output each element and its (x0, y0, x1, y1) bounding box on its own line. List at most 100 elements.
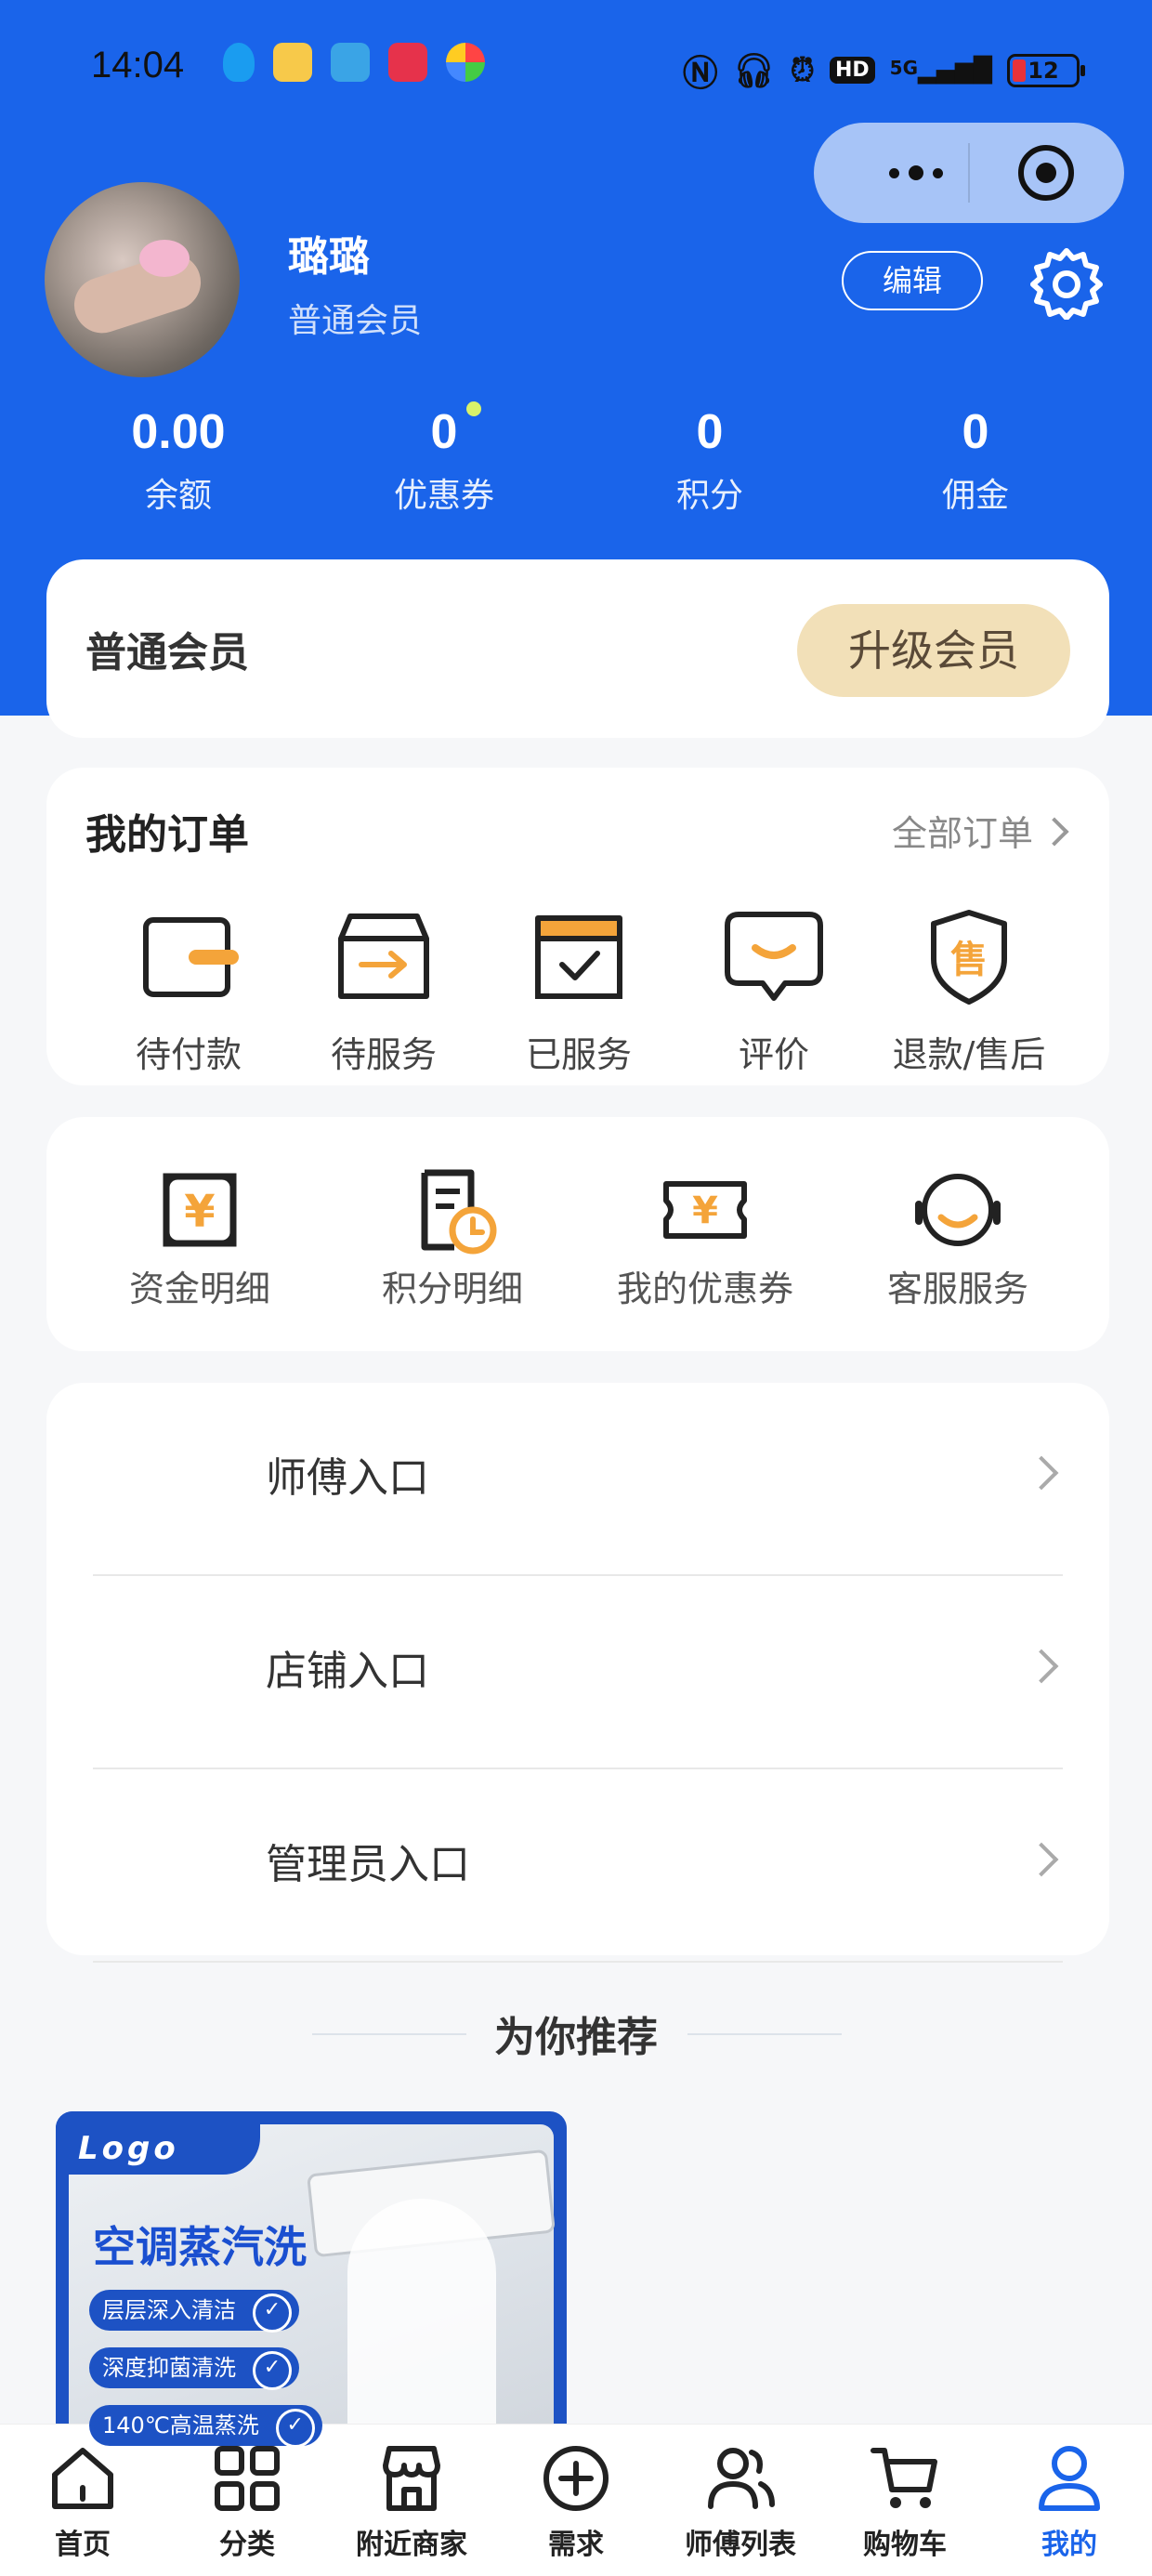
entry-master-label: 师傅入口 (266, 1454, 429, 1502)
avatar[interactable] (45, 182, 240, 377)
upgrade-member-button[interactable]: 升级会员 (797, 604, 1070, 697)
all-orders-label: 全部订单 (891, 813, 1033, 854)
more-menu-icon[interactable] (860, 149, 972, 197)
tab-home-label: 首页 (55, 2529, 111, 2561)
bottom-tab-bar: 首页 分类 附近商家 需求 师傅列表 购物车 我的 (0, 2424, 1152, 2576)
product-tag: 深度抑菌清洗 (89, 2347, 299, 2390)
stat-coupons[interactable]: 0 优惠券 (333, 400, 556, 517)
close-miniprogram-icon[interactable] (1018, 145, 1074, 201)
tool-points-details-label: 积分明细 (381, 1268, 523, 1309)
tool-fund-details[interactable]: ¥ 资金明细 (93, 1163, 307, 1311)
grid-icon (215, 2446, 280, 2511)
miniprogram-capsule (814, 123, 1124, 223)
edit-profile-button[interactable]: 编辑 (842, 251, 983, 310)
fund-yuan-glyph: ¥ (184, 1186, 215, 1238)
chevron-right-icon (1024, 1842, 1059, 1877)
stat-commission[interactable]: 0 佣金 (864, 400, 1087, 517)
tab-mine[interactable]: 我的 (1000, 2441, 1139, 2562)
tools-card: ¥ 资金明细 积分明细 ¥ 我的优惠券 客服服务 (46, 1117, 1109, 1351)
weibo-icon (273, 43, 312, 82)
system-icons: Ⓝ 🎧︎ ⏰︎ HD 5G▂▄▆█ 12 (682, 45, 1085, 96)
nfc-icon: Ⓝ (682, 53, 718, 94)
tab-nearby-stores-label: 附近商家 (356, 2529, 467, 2561)
orders-title: 我的订单 (85, 811, 249, 859)
stat-points-value: 0 (696, 405, 724, 459)
wallet-icon (143, 917, 239, 997)
yuan-frame-icon: ¥ (163, 1173, 237, 1247)
cart-icon (871, 2448, 937, 2508)
product-tag: 层层深入清洁 (89, 2290, 299, 2333)
box-check-icon (535, 915, 622, 999)
product-tag: 140℃高温蒸洗 (89, 2405, 322, 2448)
member-card-title: 普通会员 (85, 629, 249, 677)
tool-my-coupons[interactable]: ¥ 我的优惠券 (598, 1163, 812, 1311)
tool-my-coupons-label: 我的优惠券 (616, 1268, 793, 1309)
account-stats: 0.00 余额 0 优惠券 0 积分 0 佣金 (0, 400, 1152, 520)
stat-balance[interactable]: 0.00 余额 (67, 400, 290, 517)
tool-points-details[interactable]: 积分明细 (346, 1163, 559, 1311)
entry-store-label: 店铺入口 (266, 1648, 429, 1695)
users-icon (708, 2448, 775, 2509)
stat-commission-label: 佣金 (941, 477, 1009, 515)
app-icon-colorful (446, 43, 485, 82)
order-pending-payment[interactable]: 待付款 (91, 907, 286, 1077)
stat-points-label: 积分 (675, 477, 743, 515)
stat-balance-label: 余额 (144, 477, 212, 515)
order-serviced-label: 已服务 (525, 1034, 632, 1075)
telegram-icon (331, 43, 370, 82)
user-icon (1039, 2446, 1100, 2511)
document-clock-icon (421, 1169, 497, 1255)
tab-master-list[interactable]: 师傅列表 (671, 2441, 810, 2562)
recommend-title: 为你推荐 (494, 2014, 658, 2061)
network-label: 5G (889, 56, 919, 79)
tab-mine-label: 我的 (1041, 2529, 1097, 2561)
tab-master-list-label: 师傅列表 (685, 2529, 796, 2561)
stat-points[interactable]: 0 积分 (598, 400, 821, 517)
entry-store[interactable]: 店铺入口 (93, 1576, 1063, 1769)
stat-coupons-label: 优惠券 (393, 477, 494, 515)
order-review[interactable]: 评价 (676, 907, 871, 1077)
shield-sale-icon: 售 (931, 910, 1007, 1005)
stat-balance-value: 0.00 (131, 405, 226, 459)
status-bar: 14:04 Ⓝ 🎧︎ ⏰︎ HD 5G▂▄▆█ 12 (0, 41, 1152, 97)
tab-nearby-stores[interactable]: 附近商家 (342, 2441, 481, 2562)
order-serviced[interactable]: 已服务 (481, 907, 676, 1077)
all-orders-link[interactable]: 全部订单 (891, 805, 1069, 856)
stat-coupons-value: 0 (430, 405, 458, 459)
tool-customer-service[interactable]: 客服服务 (851, 1163, 1065, 1311)
headphones-icon: 🎧︎ (732, 51, 776, 90)
username: 璐璐 (288, 233, 370, 281)
chevron-right-icon (1040, 817, 1069, 847)
status-time: 14:04 (91, 45, 185, 85)
tab-cart-label: 购物车 (863, 2529, 947, 2561)
member-level: 普通会员 (288, 302, 423, 340)
headset-icon (915, 1174, 1001, 1246)
coupon-yuan-glyph: ¥ (692, 1189, 718, 1232)
tab-category-label: 分类 (219, 2529, 275, 2561)
divider-line (687, 2033, 842, 2035)
order-refund-aftersale[interactable]: 售 退款/售后 (871, 907, 1067, 1077)
home-icon (52, 2448, 113, 2509)
coupon-icon: ¥ (663, 1181, 747, 1239)
chevron-right-icon (1024, 1455, 1059, 1491)
store-icon (383, 2446, 440, 2511)
orders-card: 我的订单 全部订单 待付款 待服务 已服务 评价 售 退款/售后 (46, 768, 1109, 1085)
hd-icon: HD (829, 57, 875, 84)
product-headline: 空调蒸汽洗 (93, 2222, 307, 2272)
tab-demand[interactable]: 需求 (506, 2441, 646, 2562)
entry-admin-label: 管理员入口 (266, 1841, 470, 1888)
tab-home[interactable]: 首页 (13, 2441, 152, 2562)
order-pending-service-label: 待服务 (330, 1034, 437, 1075)
stat-commission-value: 0 (962, 405, 989, 459)
order-pending-payment-label: 待付款 (135, 1034, 242, 1075)
entry-master[interactable]: 师傅入口 (93, 1383, 1063, 1576)
entry-admin[interactable]: 管理员入口 (93, 1769, 1063, 1963)
tab-cart[interactable]: 购物车 (835, 2441, 975, 2562)
sale-glyph: 售 (950, 939, 988, 981)
order-pending-service[interactable]: 待服务 (286, 907, 481, 1077)
product-logo: Logo (78, 2130, 179, 2167)
settings-gear-icon[interactable] (1029, 245, 1104, 321)
battery-icon: 12 (1007, 53, 1085, 87)
tab-category[interactable]: 分类 (177, 2441, 317, 2562)
new-indicator-dot (466, 401, 481, 416)
